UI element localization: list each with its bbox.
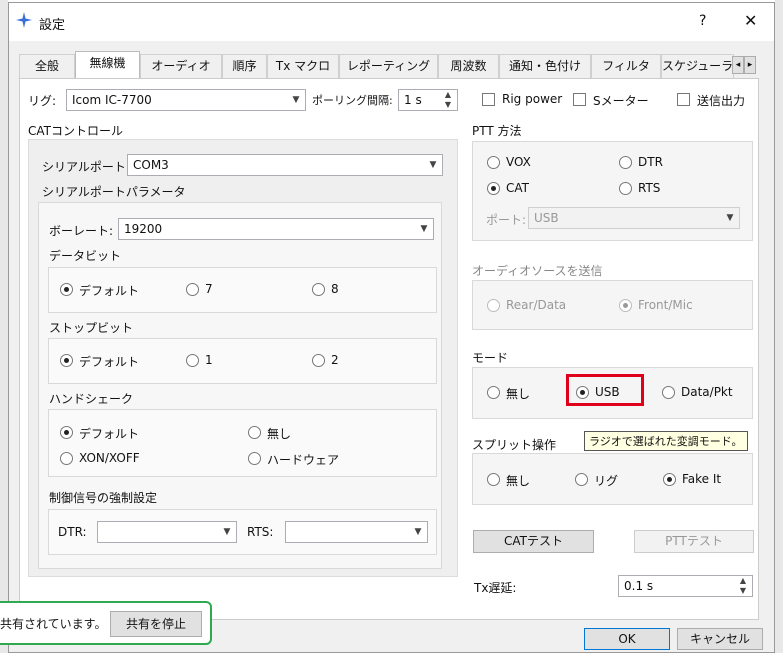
stop-bits-title: ストップビット bbox=[49, 321, 134, 335]
tab-4[interactable]: Tx マクロ bbox=[267, 54, 339, 78]
handshake-title: ハンドシェーク bbox=[49, 392, 134, 406]
serial-params-title: シリアルポートパラメータ bbox=[42, 185, 186, 199]
sharing-status-text: 共有されています。 bbox=[0, 617, 107, 631]
chevron-down-icon: ▼ bbox=[414, 527, 422, 537]
tab-7[interactable]: 通知・色付け bbox=[499, 54, 591, 78]
rts-select[interactable]: ▼ bbox=[285, 521, 428, 543]
stop-sharing-button[interactable]: 共有を停止 bbox=[110, 611, 202, 637]
handshake-group bbox=[48, 409, 437, 477]
tab-6[interactable]: 周波数 bbox=[438, 54, 499, 78]
ptt-port-label: ポート: bbox=[486, 213, 527, 227]
mode-tooltip: ラジオで選ばれた変調モード。 bbox=[584, 431, 748, 451]
baud-label: ボーレート: bbox=[49, 224, 114, 238]
serial-port-label: シリアルポート: bbox=[42, 160, 130, 174]
tab-3[interactable]: 順序 bbox=[222, 54, 267, 78]
tx-delay-value: 0.1 s bbox=[624, 579, 654, 593]
baud-rate-select[interactable]: 19200 ▼ bbox=[118, 218, 434, 240]
chevron-down-icon: ▼ bbox=[292, 95, 300, 105]
ptt-port-select[interactable]: USB ▼ bbox=[528, 207, 740, 229]
serial-port-value: COM3 bbox=[133, 158, 169, 172]
poll-interval-spinner[interactable]: 1 s ▲ ▼ bbox=[398, 89, 458, 111]
ptt-test-button[interactable]: PTTテスト bbox=[634, 530, 754, 553]
dtr-label: DTR: bbox=[58, 525, 87, 539]
tab-2[interactable]: オーディオ bbox=[140, 54, 222, 78]
settings-dialog: 設定 ? ✕ 全般 無線機 オーディオ 順序 Tx マクロ レポーティング 周波数 通知・色付… bbox=[8, 2, 775, 653]
spin-arrows-icon[interactable]: ▲ ▼ bbox=[734, 576, 752, 596]
audio-source-title: オーディオソースを送信 bbox=[472, 264, 603, 278]
tab-scroll-left-button[interactable]: ◂ bbox=[732, 56, 744, 74]
app-icon bbox=[16, 12, 32, 28]
tab-9[interactable]: スケジューラ bbox=[661, 54, 734, 78]
split-title: スプリット操作 bbox=[472, 438, 557, 452]
ok-button[interactable]: OK bbox=[584, 628, 670, 650]
cat-test-button[interactable]: CATテスト bbox=[473, 530, 594, 553]
force-control-title: 制御信号の強制設定 bbox=[49, 491, 158, 505]
cancel-button[interactable]: キャンセル bbox=[677, 628, 763, 650]
chevron-down-icon: ▼ bbox=[726, 213, 734, 223]
tx-delay-spinner[interactable]: 0.1 s ▲ ▼ bbox=[618, 575, 753, 597]
chevron-down-icon: ▼ bbox=[429, 160, 437, 170]
ptt-port-value: USB bbox=[534, 211, 559, 225]
tab-scroll-right-button[interactable]: ▸ bbox=[744, 56, 756, 74]
window-title: 設定 bbox=[39, 18, 66, 33]
baud-value: 19200 bbox=[124, 222, 163, 236]
data-bits-title: データビット bbox=[49, 249, 122, 263]
rig-value: Icom IC-7700 bbox=[72, 93, 152, 107]
title-bar: 設定 ? ✕ bbox=[9, 3, 774, 41]
right-background-strip bbox=[775, 0, 783, 653]
help-button[interactable]: ? bbox=[699, 13, 706, 29]
chevron-down-icon: ▼ bbox=[420, 224, 428, 234]
tab-5[interactable]: レポーティング bbox=[339, 54, 438, 78]
tab-content-panel: リグ: Icom IC-7700 ▼ ポーリング間隔: 1 s ▲ ▼ Rig pow… bbox=[19, 78, 759, 620]
left-background-strip bbox=[0, 0, 8, 653]
cat-control-title: CATコントロール bbox=[28, 124, 123, 138]
tab-8[interactable]: フィルタ bbox=[591, 54, 661, 78]
ptt-title: PTT 方法 bbox=[472, 124, 522, 138]
tab-1[interactable]: 無線機 bbox=[75, 51, 140, 79]
close-icon[interactable]: ✕ bbox=[744, 11, 757, 30]
poll-label: ポーリング間隔: bbox=[312, 94, 393, 107]
tab-0[interactable]: 全般 bbox=[19, 54, 75, 78]
chevron-down-icon: ▼ bbox=[223, 527, 231, 537]
rig-label: リグ: bbox=[28, 94, 57, 108]
rig-select[interactable]: Icom IC-7700 ▼ bbox=[66, 89, 306, 111]
serial-port-select[interactable]: COM3 ▼ bbox=[127, 154, 443, 176]
rts-label: RTS: bbox=[247, 525, 274, 539]
tx-delay-label: Tx遅延: bbox=[474, 581, 517, 595]
sharing-bar: 共有されています。 共有を停止 bbox=[0, 601, 212, 645]
spin-arrows-icon[interactable]: ▲ ▼ bbox=[439, 90, 457, 110]
poll-value: 1 s bbox=[404, 93, 422, 107]
mode-title: モード bbox=[472, 351, 509, 365]
dtr-select[interactable]: ▼ bbox=[97, 521, 237, 543]
